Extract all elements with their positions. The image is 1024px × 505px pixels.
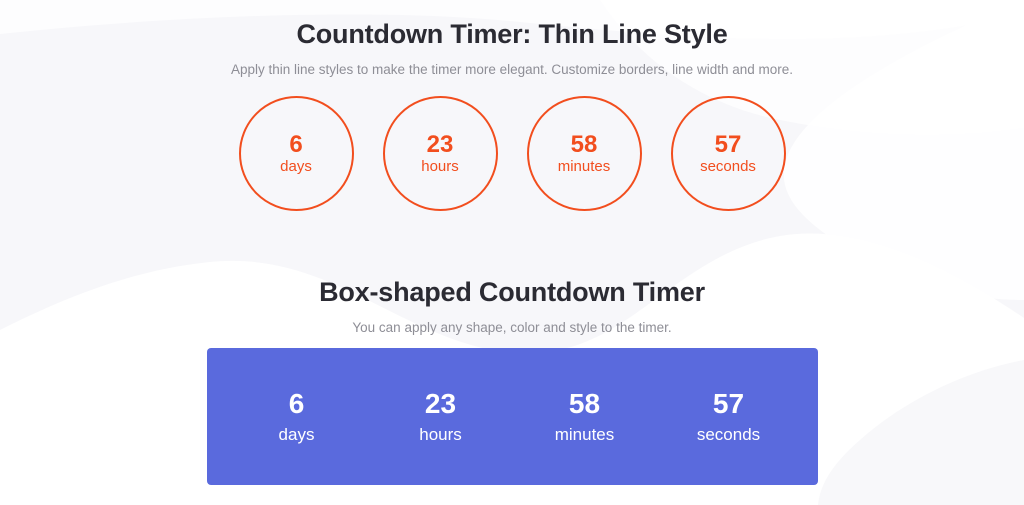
section-box-shaped: Box-shaped Countdown Timer (0, 277, 1024, 308)
thin-line-subtitle: Apply thin line styles to make the timer… (230, 62, 793, 77)
timer-unit-minutes: 58 minutes (526, 96, 642, 211)
box-timer-hours-value: 23 (424, 387, 457, 419)
section-thin-line-subtitle: Apply thin line styles to make the timer… (0, 62, 1024, 78)
timer-minutes-value: 58 (570, 130, 598, 158)
box-shaped-subtitle: You can apply any shape, color and style… (352, 320, 672, 335)
section-thin-line: Countdown Timer: Thin Line Style (0, 19, 1024, 50)
timer-unit-hours: 23 hours (382, 96, 498, 211)
box-timer-days-value: 6 (288, 387, 305, 419)
timer-unit-seconds: 57 seconds (670, 96, 786, 211)
timer-days-label: days (280, 157, 312, 175)
timer-hours-label: hours (421, 157, 459, 175)
box-timer-seconds-value: 57 (712, 387, 745, 419)
box-timer-days-label: days (278, 424, 315, 444)
timer-days-value: 6 (289, 130, 303, 158)
box-timer-minutes-value: 58 (568, 387, 601, 419)
box-timer-hours-label: hours (419, 424, 462, 444)
section-box-shaped-subtitle: You can apply any shape, color and style… (0, 320, 1024, 336)
page-canvas: Countdown Timer: Thin Line Style Apply t… (0, 0, 1024, 505)
box-timer-unit-seconds: 57 seconds (691, 387, 767, 445)
timer-minutes-label: minutes (557, 157, 611, 175)
countdown-timer-box: 6 days 23 hours 58 minutes 57 seconds (207, 348, 818, 485)
box-shaped-title: Box-shaped Countdown Timer (319, 277, 705, 307)
timer-seconds-label: seconds (700, 157, 756, 175)
box-timer-unit-hours: 23 hours (403, 387, 479, 445)
timer-hours-value: 23 (426, 130, 454, 158)
box-timer-minutes-label: minutes (554, 424, 615, 444)
box-timer-unit-days: 6 days (259, 387, 335, 445)
timer-unit-days: 6 days (238, 96, 354, 211)
page-title: Countdown Timer: Thin Line Style (296, 19, 728, 49)
countdown-timer-thin-line: 6 days 23 hours 58 minutes 57 seconds (0, 96, 1024, 211)
box-timer-seconds-label: seconds (696, 424, 761, 444)
box-timer-unit-minutes: 58 minutes (547, 387, 623, 445)
timer-seconds-value: 57 (714, 130, 742, 158)
